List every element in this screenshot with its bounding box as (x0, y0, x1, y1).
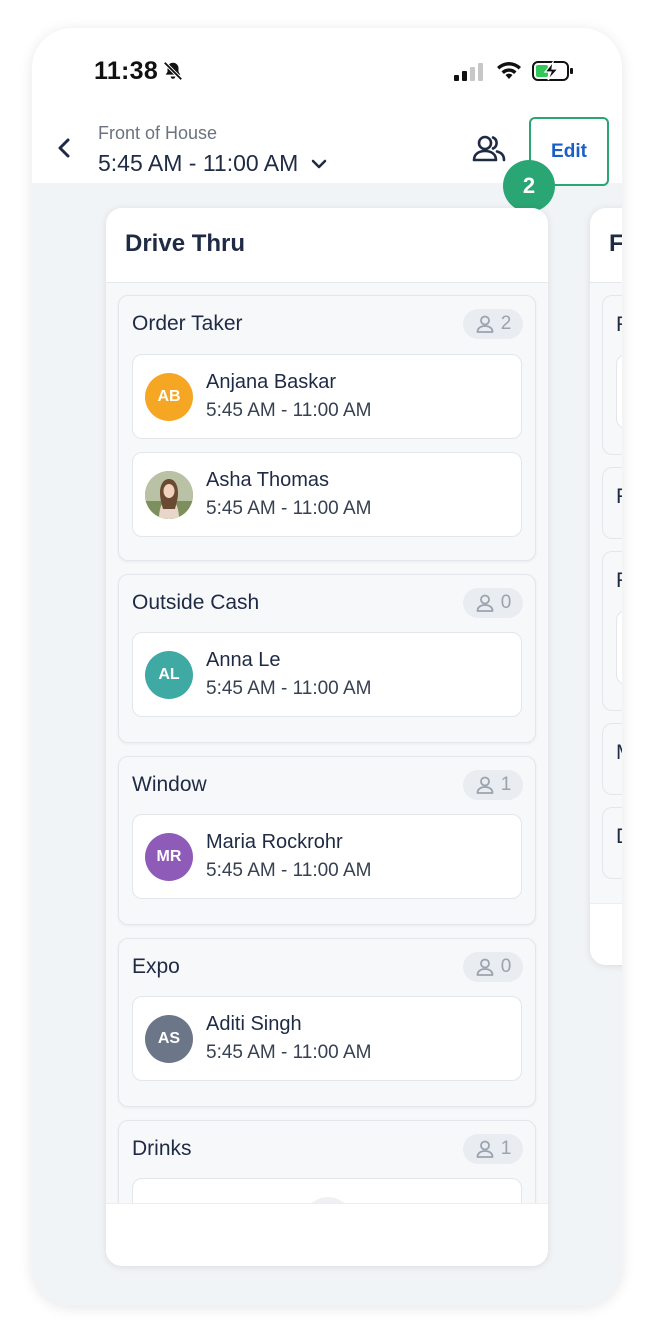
role-window: Window 1 MR Maria Rockrohr 5:45 AM - 11:… (118, 756, 536, 925)
station-title: F (609, 230, 622, 257)
role-name: M (616, 741, 622, 765)
role-outside-cash: Outside Cash 0 AL Anna Le 5:45 AM - 11:0… (118, 574, 536, 743)
role-name: Window (132, 773, 207, 796)
assignment-card[interactable]: AL Anna Le 5:45 AM - 11:00 AM (132, 632, 522, 717)
people-icon[interactable] (472, 134, 506, 164)
shift-range: 5:45 AM - 11:00 AM (98, 150, 299, 176)
station-roles-list: F F F M D (590, 283, 622, 903)
role-name: Drinks (132, 1137, 192, 1160)
avatar: MR (145, 833, 193, 881)
employee-name: Anna Le (206, 649, 281, 671)
assignment-card (616, 610, 622, 685)
person-icon (476, 958, 494, 976)
battery-charging-icon (532, 60, 573, 81)
employee-shift: 5:45 AM - 11:00 AM (206, 860, 372, 881)
role-name: F (616, 313, 622, 337)
role-count: 0 (500, 592, 512, 613)
assignment-card[interactable]: Asha Thomas 5:45 AM - 11:00 AM (132, 452, 522, 537)
role-name: F (616, 569, 622, 593)
role-count-badge: 0 (463, 588, 523, 618)
role-name: F (616, 485, 622, 509)
assignment-card (616, 354, 622, 429)
assignment-card[interactable]: AB Anjana Baskar 5:45 AM - 11:00 AM (132, 354, 522, 439)
department-label: Front of House (98, 123, 218, 143)
station-footer (590, 903, 622, 965)
person-icon (476, 315, 494, 333)
station-card-next[interactable]: F F F F M D (590, 208, 622, 965)
shift-selector[interactable]: 5:45 AM - 11:00 AM (98, 150, 328, 177)
profile-photo-icon (145, 471, 193, 519)
employee-shift: 5:45 AM - 11:00 AM (206, 400, 372, 421)
role-expo: Expo 0 AS Aditi Singh 5:45 AM - 11:00 AM (118, 938, 536, 1107)
station-roles-list: Order Taker 2 AB Anjana Baskar 5:45 AM -… (106, 283, 548, 1203)
chevron-down-icon (312, 159, 327, 168)
role-name: Expo (132, 955, 180, 978)
avatar: AS (145, 1015, 193, 1063)
role-name: D (616, 825, 622, 849)
role-name: Outside Cash (132, 591, 260, 614)
station-card-drive-thru: Drive Thru Order Taker 2 AB Anjana Baska… (106, 208, 548, 1266)
role-card: M (602, 723, 622, 795)
status-time: 11:38 (94, 57, 159, 85)
avatar-photo (145, 471, 193, 519)
person-icon (476, 776, 494, 794)
role-card: F (602, 467, 622, 539)
back-chevron-icon[interactable] (54, 136, 76, 160)
role-count: 1 (500, 774, 512, 795)
bell-off-icon (163, 61, 183, 81)
person-icon (476, 1140, 494, 1158)
role-count-badge: 1 (463, 770, 523, 800)
role-drinks: Drinks 1 (118, 1120, 536, 1203)
employee-shift: 5:45 AM - 11:00 AM (206, 1042, 372, 1063)
employee-shift: 5:45 AM - 11:00 AM (206, 678, 372, 699)
employee-name: Aditi Singh (206, 1013, 302, 1035)
role-count-badge: 1 (463, 1134, 523, 1164)
station-footer (106, 1203, 548, 1266)
role-count: 1 (500, 1138, 512, 1159)
role-count: 2 (500, 313, 512, 334)
person-icon (476, 594, 494, 612)
role-count: 0 (500, 956, 512, 977)
employee-name: Maria Rockrohr (206, 831, 343, 853)
role-order-taker: Order Taker 2 AB Anjana Baskar 5:45 AM -… (118, 295, 536, 561)
employee-name: Asha Thomas (206, 469, 330, 491)
role-count-badge: 2 (463, 309, 523, 339)
avatar: AB (145, 373, 193, 421)
assignment-card[interactable] (132, 1178, 522, 1203)
signal-icon (454, 63, 483, 81)
assignment-card[interactable]: MR Maria Rockrohr 5:45 AM - 11:00 AM (132, 814, 522, 899)
employee-shift: 5:45 AM - 11:00 AM (206, 498, 372, 519)
phone-frame: 11:38 Front of House 5:45 AM - 11:00 AM (32, 28, 622, 1306)
station-title: Drive Thru (125, 230, 246, 257)
employee-name: Anjana Baskar (206, 371, 337, 393)
wifi-icon (497, 62, 521, 79)
step-badge: 2 (503, 160, 555, 212)
role-count-badge: 0 (463, 952, 523, 982)
role-name: Order Taker (132, 312, 243, 335)
role-card: F (602, 295, 622, 455)
avatar: AL (145, 651, 193, 699)
role-card: F (602, 551, 622, 711)
role-card: D (602, 807, 622, 879)
assignment-card[interactable]: AS Aditi Singh 5:45 AM - 11:00 AM (132, 996, 522, 1081)
